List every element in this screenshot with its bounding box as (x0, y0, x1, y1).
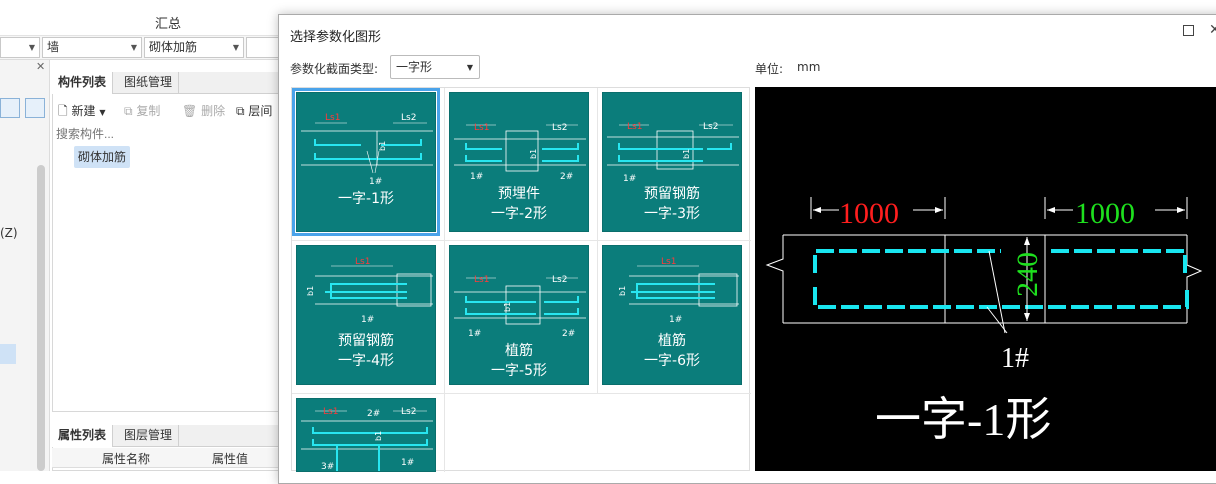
ls1-label: Ls1 (474, 275, 489, 285)
bar-1-label: 1# (470, 172, 483, 182)
shape-preview-canvas: 1000 1000 240 1# 一字-1形 (755, 87, 1216, 471)
ls1-label: Ls1 (627, 122, 642, 132)
unit-value: mm (797, 60, 821, 74)
side-scrollbar[interactable] (37, 165, 45, 471)
b1-label: b1 (503, 302, 512, 312)
property-panel-tabs: 属性列表 图层管理 (52, 425, 280, 447)
trash-icon: 🗑 (182, 104, 198, 118)
shape-tile-yizi-2[interactable]: Ls1 Ls2 b1 1# 2# 预埋件 一字-2形 (449, 92, 589, 232)
tile-caption-2: 一字-3形 (644, 206, 700, 222)
ls1-label: Ls1 (661, 257, 676, 267)
tile-caption: 一字-1形 (338, 191, 394, 207)
shape-tile-yizi-5[interactable]: Ls1 Ls2 b1 1# 2# 植筋 一字-5形 (449, 245, 589, 385)
shape-tile-yizi-1[interactable]: Ls1 Ls2 b1 1# 一字-1形 (292, 88, 440, 236)
bar-1-label: 1# (669, 315, 682, 325)
section-type-label: 参数化截面类型: (290, 62, 379, 76)
chevron-down-icon: ▼ (99, 108, 106, 117)
new-file-icon: 🗋 (58, 104, 68, 118)
component-toolbar: 🗋 新建 ▼ ⧉ 复制 🗑 删除 ⧉ 层间 (52, 96, 280, 124)
tile-caption: 预留钢筋 (644, 186, 700, 202)
delete-button[interactable]: 🗑 删除 (182, 102, 225, 119)
category-combo[interactable]: 墙 ▼ (42, 37, 142, 58)
bar-2-label: 2# (560, 172, 573, 182)
tab-drawing-management[interactable]: 图纸管理 (118, 72, 180, 94)
floor-copy-button[interactable]: ⧉ 层间 (236, 102, 272, 119)
bar-label: 1# (1001, 343, 1029, 374)
bar-2-label: 2# (562, 329, 575, 339)
shape-tile-yizi-4[interactable]: Ls1 b1 1# 预留钢筋 一字-4形 (296, 245, 436, 385)
detail-view-icon[interactable] (25, 98, 45, 118)
maximize-icon[interactable] (1183, 25, 1194, 36)
shape-tile-yizi-6[interactable]: Ls1 b1 1# 植筋 一字-6形 (602, 245, 742, 385)
copy-button[interactable]: ⧉ 复制 (124, 102, 160, 119)
bar-2-label: 2# (367, 409, 380, 419)
shape-gallery: Ls1 Ls2 b1 1# 一字-1形 Ls1 Ls2 b1 1# 2# 预埋件… (291, 87, 751, 472)
shape-tile-yizi-3[interactable]: Ls1 Ls2 b1 1# 预留钢筋 一字-3形 (602, 92, 742, 232)
section-type-select[interactable]: 一字形 ▼ (390, 55, 480, 79)
layers-icon: ⧉ (236, 104, 245, 118)
component-panel-tabs: 构件列表 图纸管理 (52, 72, 280, 94)
close-icon[interactable]: ✕ (1209, 22, 1216, 38)
ls2-label: Ls2 (552, 123, 567, 133)
chevron-down-icon: ▼ (28, 43, 35, 52)
yizi-7-thumbnail: Ls1 Ls2 2# b1 3# 1# (301, 407, 433, 471)
left-length-label: 1000 (839, 197, 899, 230)
b1-label: b1 (618, 286, 627, 296)
shape-tile-yizi-7[interactable]: Ls1 Ls2 2# b1 3# 1# (296, 398, 436, 472)
copy-icon: ⧉ (124, 104, 133, 118)
tile-caption: 预留钢筋 (338, 333, 394, 349)
chevron-down-icon: ▼ (232, 43, 239, 52)
ls1-label: Ls1 (355, 257, 370, 267)
tile-caption-2: 一字-2形 (491, 206, 547, 222)
bar-1-label: 1# (369, 177, 382, 187)
tab-layer-management[interactable]: 图层管理 (118, 425, 180, 447)
ls1-label: Ls1 (474, 123, 489, 133)
b1-label: b1 (306, 286, 315, 296)
ls2-label: Ls2 (401, 113, 416, 123)
floor-combo[interactable]: ▼ (0, 37, 40, 58)
preview-drawing: 1000 1000 240 1# 一字-1形 (765, 197, 1203, 445)
bar-1-label: 1# (468, 329, 481, 339)
ls1-label: Ls1 (325, 113, 340, 123)
b1-label: b1 (378, 141, 387, 151)
yizi-1-thumbnail: Ls1 Ls2 b1 1# (301, 113, 433, 187)
side-shortcut-label: (Z) (0, 226, 18, 240)
list-view-icon[interactable] (0, 98, 20, 118)
tile-caption: 预埋件 (498, 186, 540, 202)
summary-column-label: 汇总 (155, 17, 182, 32)
thickness-label: 240 (1011, 252, 1044, 297)
chevron-down-icon: ▼ (130, 43, 137, 52)
ls2-label: Ls2 (401, 407, 416, 417)
bar-1-label: 1# (401, 458, 414, 468)
column-header-name: 属性名称 (102, 452, 151, 466)
tile-caption-2: 一字-5形 (491, 363, 547, 379)
close-icon[interactable]: ✕ (36, 60, 45, 73)
b1-label: b1 (529, 149, 538, 159)
component-type-combo[interactable]: 砌体加筋 ▼ (144, 37, 244, 58)
b1-label: b1 (682, 149, 691, 159)
tab-property-list[interactable]: 属性列表 (52, 425, 114, 447)
right-length-label: 1000 (1075, 197, 1135, 230)
tile-caption: 植筋 (505, 343, 533, 359)
shape-name-label: 一字-1形 (875, 394, 1051, 445)
tile-caption: 植筋 (658, 333, 686, 349)
column-header-value: 属性值 (212, 452, 249, 466)
chevron-down-icon: ▼ (466, 63, 473, 72)
ls2-label: Ls2 (552, 275, 567, 285)
bar-1-label: 1# (361, 315, 374, 325)
dialog-title: 选择参数化图形 (290, 30, 382, 45)
tile-caption-2: 一字-6形 (644, 353, 700, 369)
unit-label: 单位: (755, 62, 784, 76)
property-table-header: 属性名称 属性值 (52, 448, 280, 468)
tab-component-list[interactable]: 构件列表 (52, 72, 114, 94)
b1-label: b1 (374, 431, 383, 441)
side-selected-item[interactable] (0, 344, 16, 364)
ls1-label: Ls1 (323, 407, 338, 417)
tile-caption-2: 一字-4形 (338, 353, 394, 369)
component-search-input[interactable] (56, 126, 276, 142)
extra-combo[interactable] (246, 37, 280, 58)
list-item[interactable]: 砌体加筋 (74, 146, 131, 168)
ls2-label: Ls2 (703, 122, 718, 132)
new-button[interactable]: 🗋 新建 ▼ (58, 102, 105, 123)
